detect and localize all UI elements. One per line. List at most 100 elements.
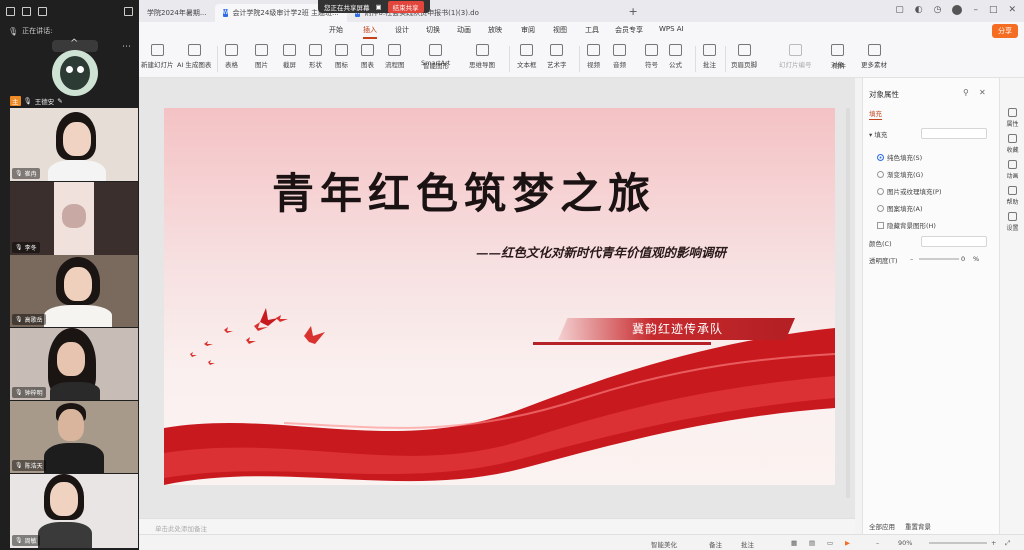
stop-share-button[interactable]: 结束共享	[387, 0, 424, 13]
notes-toggle[interactable]: 备注	[709, 539, 722, 549]
fill-section-header[interactable]: ▾ 填充	[869, 129, 887, 139]
zoom-slider[interactable]	[929, 542, 987, 544]
participant-tile[interactable]: 🎙 钟梓明	[10, 328, 138, 400]
picture-button[interactable]: 图片	[255, 44, 268, 69]
formula-button[interactable]: 公式	[669, 44, 682, 69]
menu-view[interactable]: 视图	[553, 25, 567, 35]
screenshot-button[interactable]: 截屏	[283, 44, 296, 69]
right-sidebar: 属性 收藏 动画 帮助 设置	[999, 78, 1024, 534]
document-tab[interactable]: 学院2024年暑期...	[139, 4, 215, 22]
transparency-minus-icon[interactable]: –	[910, 255, 913, 263]
audio-button[interactable]: 音频	[613, 44, 626, 69]
fill-option-gradient[interactable]: 渐变填充(G)	[877, 169, 923, 179]
participant-tile[interactable]: 🎙 李冬	[10, 182, 138, 255]
more-materials-button[interactable]: 更多素材	[861, 44, 887, 69]
wordart-button[interactable]: 艺术字	[547, 44, 567, 69]
color-dropdown[interactable]	[921, 236, 987, 247]
ai-icon	[187, 44, 201, 56]
team-name[interactable]: 冀韵红迹传承队	[632, 320, 723, 337]
fill-type-dropdown[interactable]	[921, 128, 987, 139]
minimize-window-icon[interactable]: –	[973, 5, 978, 15]
menu-insert[interactable]: 插入	[363, 25, 377, 39]
grid-icon[interactable]	[38, 6, 47, 16]
share-button[interactable]: 分享	[992, 24, 1018, 38]
transparency-value[interactable]: 0	[961, 255, 965, 263]
participant-tile[interactable]: 🎙 陈浩天	[10, 401, 138, 473]
sidebar-item-settings[interactable]: 设置	[1003, 212, 1022, 232]
menu-start[interactable]: 开始	[329, 25, 343, 35]
menu-animation[interactable]: 动画	[457, 25, 471, 35]
participant-tile[interactable]: 🎙 崔冉	[10, 108, 138, 181]
smart-beautify-button[interactable]: 智能美化	[651, 539, 677, 549]
panel-toggle-icon[interactable]	[124, 6, 133, 16]
icons-icon	[335, 44, 348, 56]
slide-number-button[interactable]: 幻灯片编号	[779, 44, 812, 69]
symbol-button[interactable]: 符号	[645, 44, 658, 69]
sidebar-item-animation[interactable]: 动画	[1003, 160, 1022, 180]
fill-option-picture[interactable]: 图片或纹理填充(P)	[877, 186, 942, 196]
ai-chart-button[interactable]: AI 生成图表	[177, 44, 211, 69]
close-pane-icon[interactable]: ✕	[979, 88, 986, 97]
transparency-slider[interactable]	[919, 258, 959, 260]
hide-background-graphics[interactable]: 隐藏背景图形(H)	[877, 220, 936, 230]
participant-tile[interactable]: 🎙 高歌岳	[10, 255, 138, 327]
pin-icon[interactable]: ⚲	[963, 88, 969, 97]
reset-background-button[interactable]: 重置背景	[905, 521, 931, 531]
smart-graphic-button[interactable]: 智能图形	[423, 60, 449, 70]
menu-transition[interactable]: 切换	[426, 25, 440, 35]
sorter-view-icon[interactable]: ▤	[809, 539, 815, 547]
apply-all-button[interactable]: 全部应用	[869, 521, 895, 531]
properties-title[interactable]: 对象属性	[869, 89, 899, 100]
meeting-toolbar	[0, 0, 139, 22]
notes-pane[interactable]: 单击此处添加备注	[139, 518, 855, 534]
zoom-level[interactable]: 90%	[898, 539, 912, 547]
slide[interactable]: 青年红色筑梦之旅 ——红色文化对新时代青年价值观的影响调研 冀韵红迹传承队	[164, 108, 835, 485]
sidebar-item-help[interactable]: 帮助	[1003, 186, 1022, 206]
fill-option-pattern[interactable]: 图案填充(A)	[877, 203, 923, 213]
shape-button[interactable]: 形状	[309, 44, 322, 69]
minimize-icon[interactable]	[6, 6, 15, 16]
more-icon[interactable]: ⋯	[122, 42, 131, 52]
play-icon[interactable]: ▶	[845, 539, 850, 547]
annotation-toggle[interactable]: 批注	[741, 539, 754, 549]
new-slide-button[interactable]: 新建幻灯片	[141, 44, 174, 69]
reading-view-icon[interactable]: ▭	[827, 539, 833, 547]
zoom-in-icon[interactable]: +	[991, 539, 996, 547]
comment-button[interactable]: 批注	[703, 44, 716, 69]
edit-icon[interactable]: ✎	[57, 97, 62, 105]
normal-view-icon[interactable]: ▦	[791, 539, 797, 547]
close-window-icon[interactable]: ✕	[1008, 5, 1016, 15]
menu-slideshow[interactable]: 放映	[488, 25, 502, 35]
menu-membership[interactable]: 会员专享	[615, 25, 643, 35]
fill-option-solid[interactable]: 纯色填充(S)	[877, 152, 922, 162]
mindmap-button[interactable]: 思维导图	[469, 44, 495, 69]
fill-tab[interactable]: 填充	[869, 108, 882, 120]
header-footer-button[interactable]: 页眉页脚	[731, 44, 757, 69]
table-button[interactable]: 表格	[225, 44, 238, 69]
fit-window-icon[interactable]: ⤢	[1005, 539, 1010, 548]
attachment-button[interactable]: 附件	[833, 60, 846, 70]
chart-button[interactable]: 图表	[361, 44, 374, 69]
menu-wps-ai[interactable]: WPS AI	[659, 25, 684, 33]
maximize-window-icon[interactable]: □	[989, 5, 998, 15]
layout-icon[interactable]	[22, 6, 31, 16]
menu-review[interactable]: 审阅	[521, 25, 535, 35]
slide-subtitle[interactable]: ——红色文化对新时代青年价值观的影响调研	[476, 242, 726, 261]
flowchart-button[interactable]: 流程图	[385, 44, 405, 69]
video-button[interactable]: 视频	[587, 44, 600, 69]
sidebar-item-favorites[interactable]: 收藏	[1003, 134, 1022, 154]
user-avatar[interactable]	[952, 5, 963, 15]
slide-title[interactable]: 青年红色筑梦之旅	[272, 160, 656, 221]
clock-icon[interactable]: ◷	[934, 5, 942, 15]
restore-icon[interactable]: ▢	[895, 5, 904, 15]
menu-design[interactable]: 设计	[395, 25, 409, 35]
participant-tile[interactable]: 🎙 周敏	[10, 474, 138, 548]
textbox-button[interactable]: 文本框	[517, 44, 537, 69]
icon-button[interactable]: 图标	[335, 44, 348, 69]
menu-tools[interactable]: 工具	[585, 25, 599, 35]
zoom-out-icon[interactable]: –	[876, 539, 879, 547]
sidebar-item-properties[interactable]: 属性	[1003, 108, 1022, 128]
new-tab-icon[interactable]: +	[629, 5, 638, 18]
skin-icon[interactable]: ◐	[915, 5, 923, 15]
vertical-scrollbar[interactable]	[846, 108, 850, 498]
